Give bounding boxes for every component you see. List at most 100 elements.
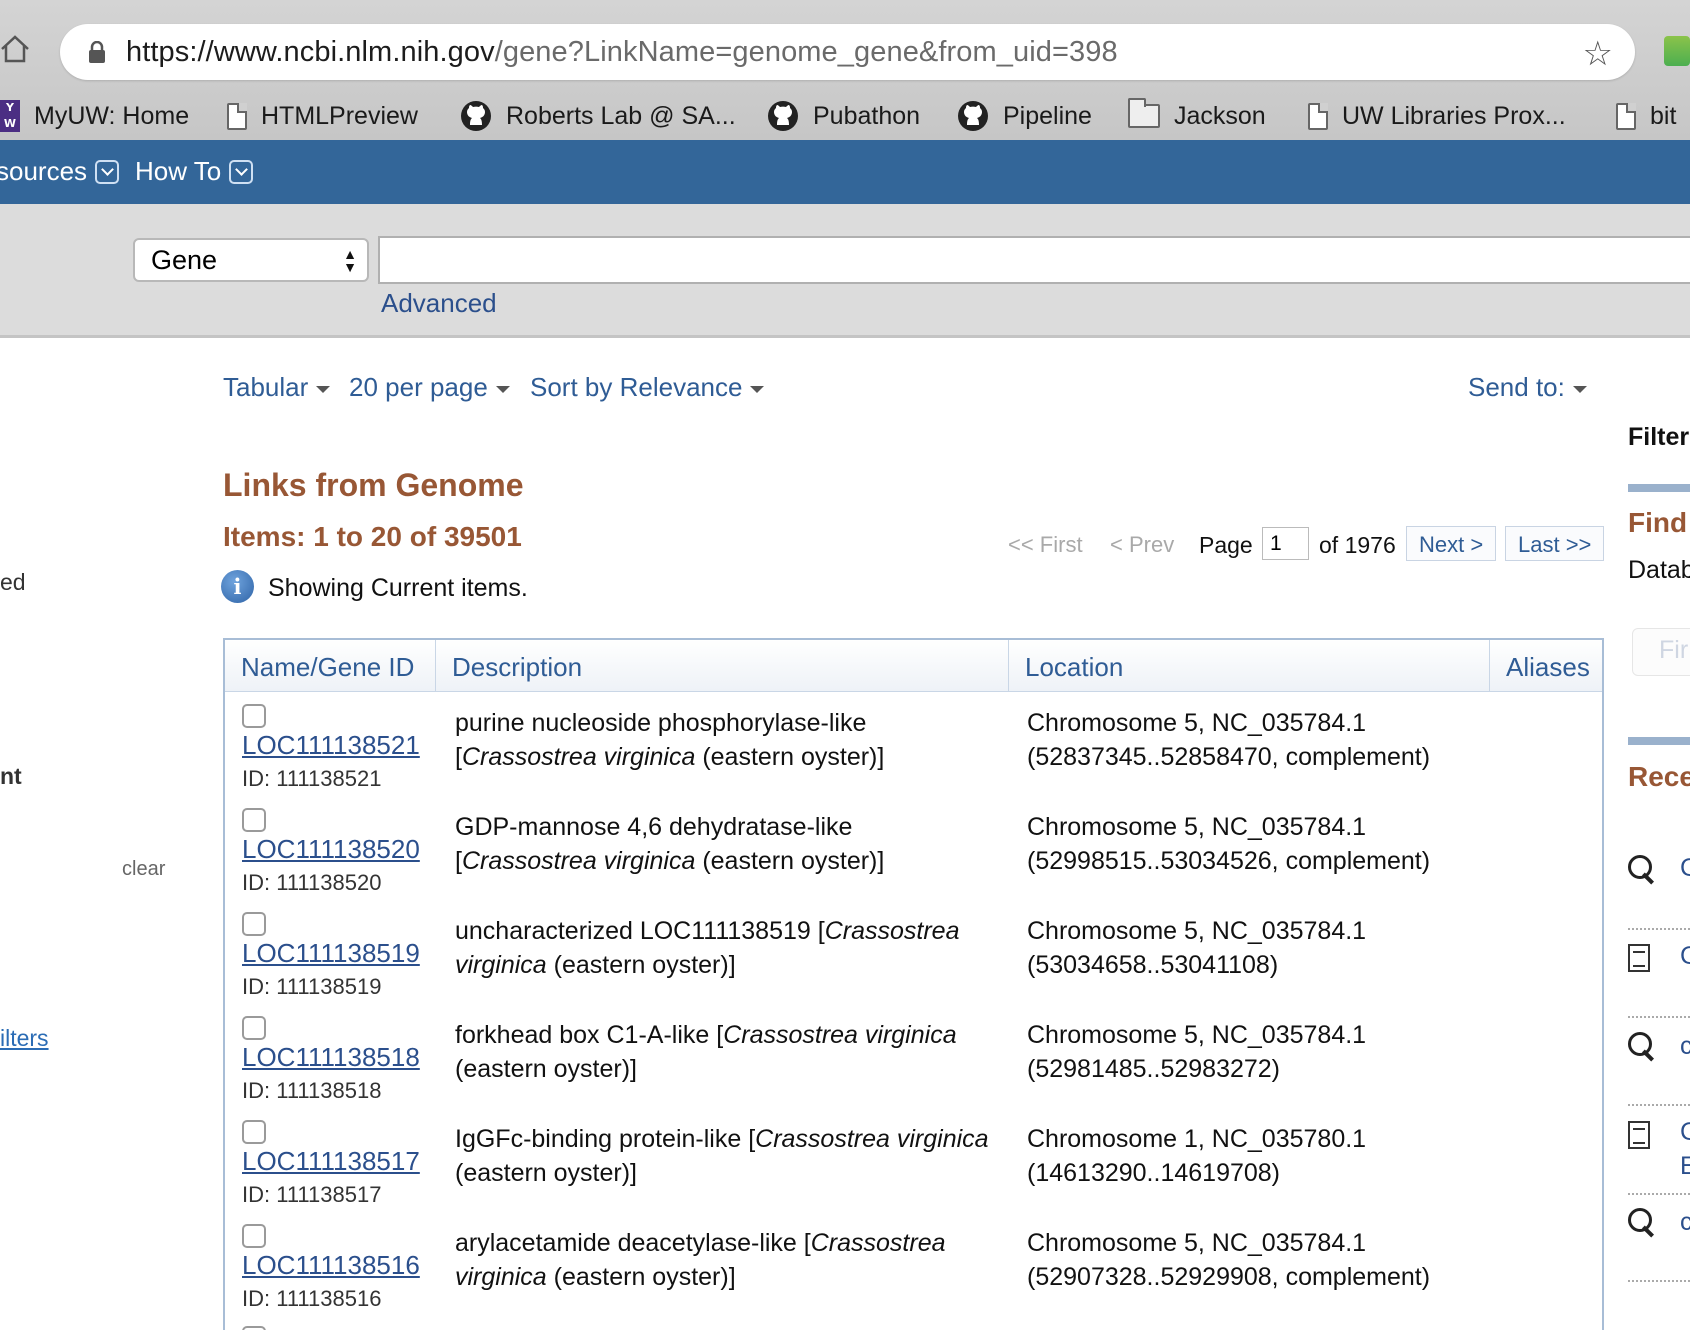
lock-icon [89,41,105,63]
species-name: Crassostrea virginica [461,743,696,771]
gene-link[interactable]: LOC111138516 [242,1250,420,1281]
recent-item-link[interactable]: c [1680,1032,1690,1061]
caret-down-icon [316,386,331,393]
database-select[interactable]: Gene ▲ ▼ [133,238,369,282]
select-arrows-icon: ▲ ▼ [343,246,357,275]
gene-id: ID: 111138518 [242,1078,382,1103]
search-area: Gene ▲ ▼ Advanced [0,204,1690,338]
recent-item-link[interactable]: C [1680,854,1690,883]
search-input[interactable] [378,236,1690,284]
table-row: LOC111138521 ID: 111138521 purine nucleo… [225,696,1602,800]
send-to-label: Send to: [1468,372,1565,402]
bookmark-pubathon[interactable]: Pubathon [767,98,920,134]
browser-chrome: https://www.ncbi.nlm.nih.gov/gene?LinkNa… [0,0,1690,140]
description-common-name: (eastern oyster)] [695,743,885,771]
results-table: Name/Gene ID Description Location Aliase… [223,638,1604,1330]
find-items-button[interactable]: Fir [1632,628,1690,676]
gene-link[interactable]: LOC111138518 [242,1042,420,1073]
bookmark-star-icon[interactable]: ☆ [1583,34,1613,74]
recent-item-link[interactable]: c [1680,1208,1690,1237]
row-checkbox[interactable] [242,808,266,832]
bookmark-myuw[interactable]: YW MyUW: Home [0,98,189,134]
gene-description: arylacetamide deacetylase-like [Crassost… [455,1226,995,1294]
bookmark-label: Pubathon [813,101,921,130]
search-icon [1628,1208,1656,1238]
row-checkbox[interactable] [242,1120,266,1144]
gene-link[interactable]: LOC111138517 [242,1146,420,1177]
nav-howto[interactable]: How To [135,156,254,187]
gene-link[interactable]: LOC111138519 [242,938,420,969]
bookmark-label: HTMLPreview [261,101,418,130]
recent-item-link[interactable]: C [1680,942,1690,971]
pager-prev: < Prev [1110,532,1175,557]
gene-location: Chromosome 1, NC_035780.1 (14613290..1461… [1027,1122,1467,1190]
recent-item-link[interactable]: C [1680,1118,1690,1147]
bookmark-htmlpreview[interactable]: HTMLPreview [227,98,418,134]
species-name: Crassostrea virginica [723,1021,957,1049]
table-header: Name/Gene ID Description Location Aliase… [225,640,1602,692]
gene-description: forkhead box C1-A-like [Crassostrea virg… [455,1018,995,1086]
per-page-label: 20 per page [349,372,488,402]
nav-resources[interactable]: sources [0,156,120,187]
url-text[interactable]: https://www.ncbi.nlm.nih.gov/gene?LinkNa… [126,36,1118,69]
clear-filter-link[interactable]: clear [122,858,165,881]
bookmark-bit[interactable]: bit [1616,98,1676,134]
chevron-down-icon [95,159,120,184]
column-header-aliases[interactable]: Aliases [1490,640,1606,692]
per-page-dropdown[interactable]: 20 per page [349,372,510,403]
uw-icon: YW [0,100,20,132]
dotted-divider [1628,928,1690,930]
items-count: Items: 1 to 20 of 39501 [223,521,522,552]
filters-link[interactable]: ilters [0,1025,49,1052]
bookmarks-bar: YW MyUW: Home HTMLPreview Roberts Lab @ … [0,92,1690,140]
bookmark-pipeline[interactable]: Pipeline [957,98,1092,134]
document-icon [1628,944,1650,972]
left-filter-fragment[interactable]: ed [0,569,26,596]
column-header-name[interactable]: Name/Gene ID [225,640,436,692]
row-checkbox[interactable] [242,1326,266,1330]
page-number-input[interactable] [1262,527,1309,560]
home-icon[interactable] [0,34,30,64]
bookmark-jackson[interactable]: Jackson [1128,98,1266,134]
row-checkbox[interactable] [242,1016,266,1040]
recent-item-link[interactable]: E [1680,1152,1690,1181]
gene-description: uncharacterized LOC111138519 [Crassostre… [455,914,995,982]
gene-link[interactable]: LOC111138520 [242,834,420,865]
description-common-name: (eastern oyster)] [546,1263,736,1291]
location-chromosome: Chromosome 5, NC_035784.1 [1027,1021,1367,1049]
sort-dropdown[interactable]: Sort by Relevance [530,372,765,403]
column-header-description[interactable]: Description [436,640,1009,692]
send-to-dropdown[interactable]: Send to: [1468,372,1587,403]
info-icon: i [221,570,254,603]
row-checkbox[interactable] [242,1224,266,1248]
pager-last-button[interactable]: Last >> [1505,526,1605,561]
bookmark-label: Jackson [1174,101,1266,130]
location-range: (52837345..52858470, complement) [1027,743,1431,771]
pager-next-button[interactable]: Next > [1406,526,1497,561]
location-range: (52981485..52983272) [1027,1055,1281,1083]
table-row: LOC111138518 ID: 111138518 forkhead box … [225,1008,1602,1112]
column-header-location[interactable]: Location [1009,640,1490,692]
gene-description: purine nucleoside phosphorylase-like [Cr… [455,706,995,774]
gene-id: ID: 111138519 [242,974,382,999]
address-bar[interactable]: https://www.ncbi.nlm.nih.gov/gene?LinkNa… [60,24,1635,80]
gene-id: ID: 111138520 [242,870,382,895]
advanced-search-link[interactable]: Advanced [381,288,497,319]
pager-first: << First [1008,532,1083,557]
location-range: (52907328..52929908, complement) [1027,1263,1431,1291]
search-icon [1628,855,1656,885]
bookmark-uw-libraries[interactable]: UW Libraries Prox... [1308,98,1566,134]
row-checkbox[interactable] [242,704,266,728]
folder-icon [1128,98,1160,128]
bookmark-roberts-lab[interactable]: Roberts Lab @ SA... [460,98,736,134]
format-dropdown[interactable]: Tabular [223,372,331,403]
description-text: arylacetamide deacetylase-like [ [455,1229,811,1257]
page-icon [227,102,247,130]
filter-heading: Filter [1628,423,1690,451]
table-row: LOC111138516 ID: 111138516 arylacetamide… [225,1216,1602,1320]
dotted-divider [1628,1104,1690,1106]
gene-link[interactable]: LOC111138521 [242,730,420,761]
extension-icon[interactable] [1664,36,1690,66]
page-icon [1308,102,1328,130]
row-checkbox[interactable] [242,912,266,936]
